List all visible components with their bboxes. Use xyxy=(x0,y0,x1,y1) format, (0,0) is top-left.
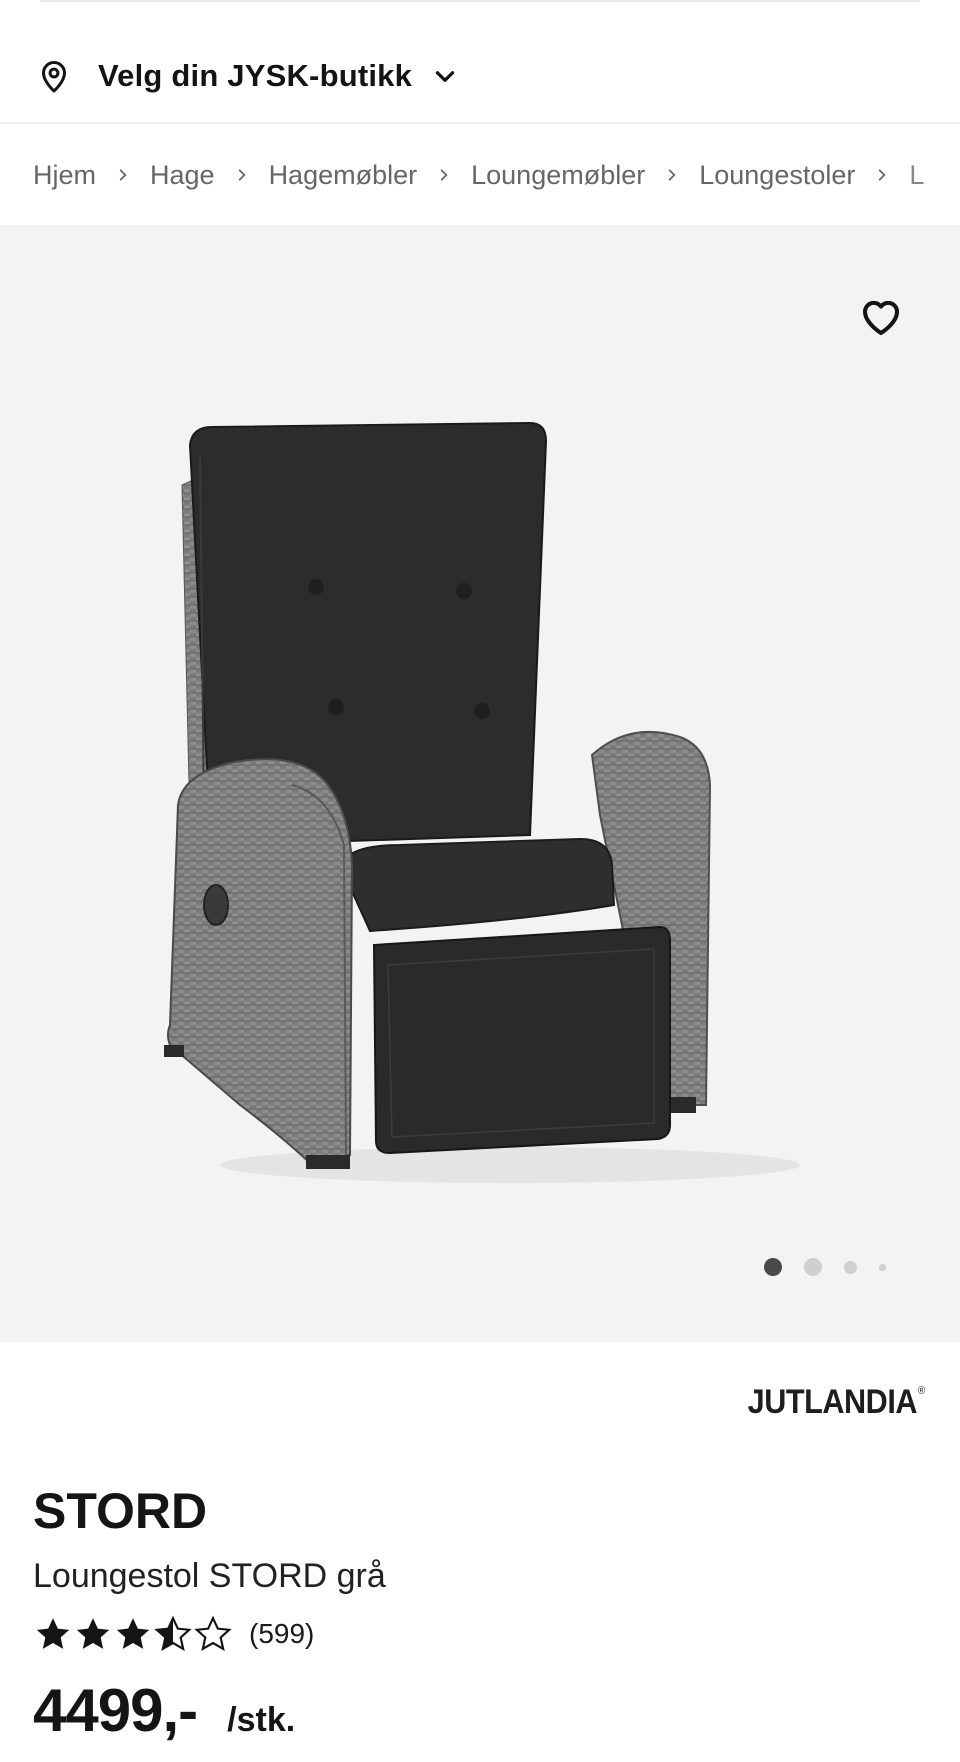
breadcrumb-item-loungemobler[interactable]: Loungemøbler xyxy=(471,160,645,191)
product-image xyxy=(164,421,800,1183)
store-selector-label: Velg din JYSK-butikk xyxy=(98,58,413,93)
top-divider xyxy=(40,0,920,2)
star-filled-icon xyxy=(116,1618,150,1649)
chevron-right-icon xyxy=(669,169,676,181)
carousel-dot[interactable] xyxy=(804,1258,822,1276)
review-count: (599) xyxy=(249,1618,315,1649)
carousel-dot[interactable] xyxy=(844,1260,857,1274)
carousel-dot-active[interactable] xyxy=(764,1258,782,1276)
breadcrumb-item-hage[interactable]: Hage xyxy=(150,160,215,191)
chevron-right-icon xyxy=(879,169,886,181)
product-description: Loungestol STORD grå xyxy=(33,1557,386,1595)
chevron-down-icon xyxy=(435,71,455,82)
chevron-right-icon xyxy=(440,169,448,181)
carousel-dot[interactable] xyxy=(879,1263,886,1271)
heart-icon[interactable] xyxy=(857,292,905,340)
breadcrumb-item-hagemobler[interactable]: Hagemøbler xyxy=(269,160,418,191)
price-value: 4499,- xyxy=(33,1677,198,1744)
chevron-right-icon xyxy=(119,169,127,181)
breadcrumb: Hjem Hage Hagemøbler Loungemøbler Lounge… xyxy=(0,126,960,224)
breadcrumb-item-loungestoler[interactable]: Loungestoler xyxy=(699,160,855,191)
store-selector[interactable]: Velg din JYSK-butikk xyxy=(0,30,960,124)
star-filled-icon xyxy=(76,1618,110,1649)
star-half-icon xyxy=(154,1615,192,1651)
breadcrumb-item-hjem[interactable]: Hjem xyxy=(33,160,96,191)
product-title: STORD xyxy=(33,1483,208,1539)
price-unit: /stk. xyxy=(227,1701,296,1739)
breadcrumb-item-current[interactable]: L xyxy=(909,160,924,191)
brand-name: JUTLANDIA xyxy=(747,1383,918,1421)
chevron-right-icon xyxy=(238,169,246,181)
star-filled-icon xyxy=(36,1618,70,1649)
location-pin-icon xyxy=(42,61,66,93)
product-rating[interactable]: (599) xyxy=(33,1612,314,1656)
product-image-gallery[interactable] xyxy=(0,225,960,1342)
registered-mark: ® xyxy=(918,1385,925,1397)
product-price: 4499,- /stk. xyxy=(33,1676,295,1745)
brand-logo: JUTLANDIA® xyxy=(747,1383,926,1422)
star-empty-icon xyxy=(194,1615,232,1651)
carousel-indicators xyxy=(764,1255,908,1279)
